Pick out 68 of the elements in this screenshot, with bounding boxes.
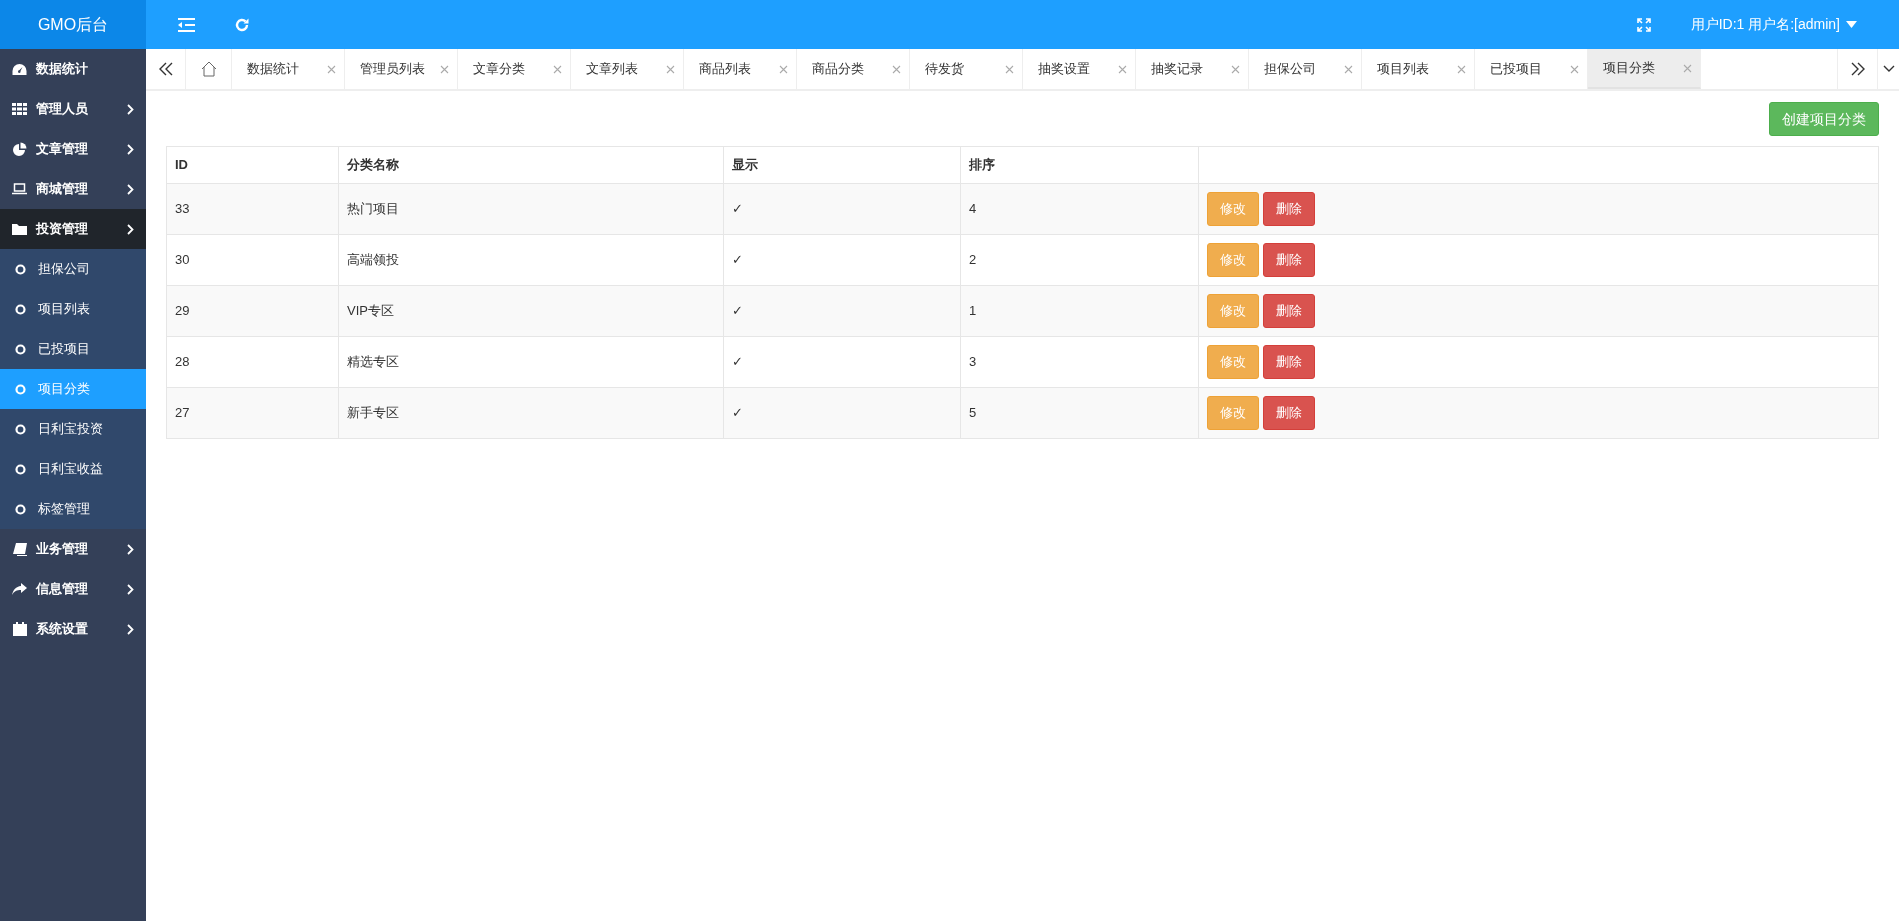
close-icon[interactable]: [779, 64, 788, 74]
column-header: 排序: [960, 146, 1199, 184]
book-icon: [12, 542, 27, 556]
submenu-item[interactable]: 已投项目: [0, 329, 146, 369]
table-cell: VIP专区: [338, 285, 724, 337]
table-cell: 3: [960, 336, 1199, 388]
close-icon[interactable]: [666, 64, 675, 74]
logo-text: GMO后台: [0, 0, 146, 49]
close-icon[interactable]: [1231, 64, 1240, 74]
table-cell: 新手专区: [338, 387, 724, 439]
share-arrow-icon: [12, 582, 27, 596]
table-cell: 高端领投: [338, 234, 724, 286]
delete-button[interactable]: 删除: [1263, 345, 1315, 379]
circle-icon: [15, 503, 26, 515]
fullscreen-icon[interactable]: [1636, 17, 1651, 32]
gauge-icon: [12, 62, 27, 76]
delete-button[interactable]: 删除: [1263, 192, 1315, 226]
table-cell: 2: [960, 234, 1199, 286]
close-icon[interactable]: [1118, 64, 1127, 74]
check-mark: ✓: [723, 183, 961, 235]
circle-icon: [15, 303, 26, 315]
circle-icon: [15, 463, 26, 475]
close-icon[interactable]: [1005, 64, 1014, 74]
sidebar-item[interactable]: 投资管理: [0, 209, 146, 249]
submenu-item[interactable]: 标签管理: [0, 489, 146, 529]
calendar-icon: [12, 622, 27, 636]
check-mark: ✓: [723, 336, 961, 388]
table-cell: 1: [960, 285, 1199, 337]
table-cell: 33: [166, 183, 339, 235]
submenu-item[interactable]: 日利宝收益: [0, 449, 146, 489]
table-cell: 29: [166, 285, 339, 337]
column-header: 分类名称: [338, 146, 724, 184]
caret-icon: [1846, 21, 1857, 28]
delete-button[interactable]: 删除: [1263, 294, 1315, 328]
table-cell: 28: [166, 336, 339, 388]
circle-icon: [15, 423, 26, 435]
column-header: 显示: [723, 146, 961, 184]
close-icon[interactable]: [1683, 63, 1692, 73]
close-icon[interactable]: [892, 64, 901, 74]
close-icon[interactable]: [553, 64, 562, 74]
close-icon[interactable]: [440, 64, 449, 74]
tab[interactable]: 项目分类: [1588, 49, 1701, 89]
table-cell: 热门项目: [338, 183, 724, 235]
close-icon[interactable]: [327, 64, 336, 74]
table-cell: 4: [960, 183, 1199, 235]
circle-icon: [15, 343, 26, 355]
check-mark: ✓: [723, 234, 961, 286]
laptop-icon: [12, 183, 27, 195]
table-cell: 精选专区: [338, 336, 724, 388]
table-cell: 27: [166, 387, 339, 439]
check-mark: ✓: [723, 285, 961, 337]
folder-icon: [12, 223, 27, 235]
table-cell: 5: [960, 387, 1199, 439]
circle-icon: [15, 383, 26, 395]
grid-icon: [12, 103, 27, 115]
column-header: ID: [166, 146, 339, 184]
circle-icon: [15, 263, 26, 275]
submenu-item[interactable]: 担保公司: [0, 249, 146, 289]
pie-chart-icon: [12, 142, 27, 156]
check-mark: ✓: [723, 387, 961, 439]
close-icon[interactable]: [1457, 64, 1466, 74]
table-cell: 30: [166, 234, 339, 286]
submenu-item[interactable]: 日利宝投资: [0, 409, 146, 449]
delete-button[interactable]: 删除: [1263, 396, 1315, 430]
delete-button[interactable]: 删除: [1263, 243, 1315, 277]
close-icon[interactable]: [1570, 64, 1579, 74]
submenu-item[interactable]: 项目列表: [0, 289, 146, 329]
close-icon[interactable]: [1344, 64, 1353, 74]
